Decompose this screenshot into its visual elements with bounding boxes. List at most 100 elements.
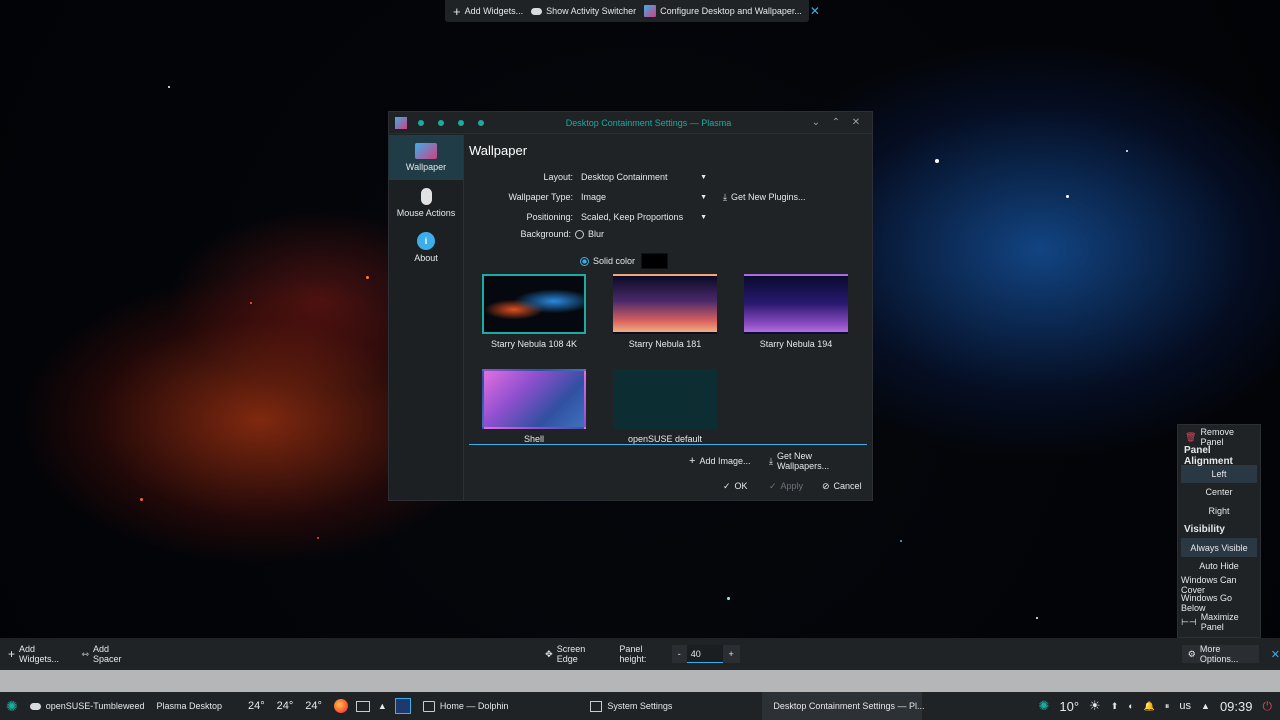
network-widget-icon[interactable]: ✺ xyxy=(1038,698,1049,714)
panel-height-label: Panel height: xyxy=(619,644,647,664)
wallpaper-type-select[interactable]: Image ▼ xyxy=(579,192,709,202)
activity-switcher-button[interactable]: Show Activity Switcher xyxy=(531,6,636,16)
positioning-select[interactable]: Scaled, Keep Proportions ▼ xyxy=(579,212,709,222)
cancel-label: Cancel xyxy=(833,481,862,491)
screen-edge-button[interactable]: ✥ Screen Edge xyxy=(539,644,607,664)
solid-color-label: Solid color xyxy=(593,256,636,266)
keyboard-layout[interactable]: us xyxy=(1179,700,1191,712)
plus-icon: + xyxy=(8,647,16,661)
spacer-icon: ⇿ xyxy=(81,648,89,659)
align-center-button[interactable]: Center xyxy=(1181,483,1257,502)
temperature-widget[interactable]: 24° 24° 24° xyxy=(242,692,328,720)
align-right-button[interactable]: Right xyxy=(1181,502,1257,521)
updates-icon[interactable]: ⬆ xyxy=(1111,701,1119,712)
wallpaper-thumb[interactable]: openSUSE default xyxy=(613,369,717,444)
task-desktop-settings[interactable]: Desktop Containment Settings — Pl... xyxy=(762,692,924,720)
panel-resize-ruler[interactable] xyxy=(0,670,1280,692)
task-dolphin[interactable]: Home — Dolphin xyxy=(417,692,515,720)
add-widgets-label: Add Widgets... xyxy=(19,644,60,664)
sidebar-item-about[interactable]: i About xyxy=(389,225,463,270)
windows-can-cover-button[interactable]: Windows Can Cover xyxy=(1181,575,1257,595)
blur-radio[interactable] xyxy=(575,229,584,239)
add-image-button[interactable]: + Add Image... xyxy=(683,452,756,470)
windows-go-below-button[interactable]: Windows Go Below xyxy=(1181,593,1257,613)
pause-icon[interactable]: ⏸ xyxy=(1165,701,1170,712)
trash-icon: 🗑 xyxy=(1185,431,1197,442)
layout-value: Desktop Containment xyxy=(581,172,668,182)
configure-desktop-label: Configure Desktop and Wallpaper... xyxy=(660,6,802,16)
always-visible-button[interactable]: Always Visible xyxy=(1181,538,1257,557)
activity-pager[interactable]: openSUSE-Tumbleweed xyxy=(24,692,151,720)
sun-icon[interactable]: ☀ xyxy=(1089,698,1101,714)
close-icon[interactable]: ✕ xyxy=(1271,648,1280,661)
scroll-divider xyxy=(469,444,867,445)
power-icon[interactable]: ⏻ xyxy=(1263,699,1273,714)
color-swatch-button[interactable] xyxy=(641,253,669,269)
sidebar-item-mouse-actions[interactable]: Mouse Actions xyxy=(389,180,463,225)
wallpaper-icon xyxy=(415,143,437,159)
wallpaper-thumb[interactable]: Shell xyxy=(482,369,586,444)
dialog-title: Desktop Containment Settings — Plasma xyxy=(565,117,732,128)
move-icon: ✥ xyxy=(545,648,553,659)
chevron-up-icon[interactable]: ▲ xyxy=(1201,701,1210,711)
firefox-icon[interactable] xyxy=(333,699,348,713)
task-label: System Settings xyxy=(607,701,673,711)
app-launcher-button[interactable]: ✺ xyxy=(0,692,24,720)
wallpaper-caption: Starry Nebula 181 xyxy=(628,339,702,349)
window-dot-icon[interactable] xyxy=(438,119,444,126)
dialog-titlebar[interactable]: Desktop Containment Settings — Plasma ⌄ … xyxy=(389,112,872,134)
add-spacer-label: Add Spacer xyxy=(92,644,122,664)
maximize-panel-button[interactable]: ⊢⊣ Maximize Panel xyxy=(1181,612,1257,633)
ok-button[interactable]: ✓ OK xyxy=(717,477,754,495)
dolphin-icon xyxy=(422,700,435,712)
height-input[interactable]: 40 xyxy=(686,645,723,663)
wallpaper-thumb[interactable]: Starry Nebula 181 xyxy=(613,274,717,349)
info-icon: i xyxy=(417,232,435,250)
close-icon[interactable]: ✕ xyxy=(810,4,820,18)
weather-temperature[interactable]: 10° xyxy=(1059,699,1079,714)
auto-hide-button[interactable]: Auto Hide xyxy=(1181,557,1257,576)
plus-icon: + xyxy=(689,455,696,467)
add-spacer-button[interactable]: ⇿ Add Spacer xyxy=(75,644,139,664)
close-icon[interactable]: ✕ xyxy=(846,117,866,128)
wallpaper-thumb[interactable]: Starry Nebula 194 xyxy=(744,274,848,349)
wallpaper-thumb[interactable]: Starry Nebula 108 4K xyxy=(482,274,586,349)
maximize-icon[interactable]: ⌃ xyxy=(826,117,846,128)
height-decrease-button[interactable]: - xyxy=(671,645,687,663)
add-widgets-button[interactable]: + Add Widgets... xyxy=(2,644,75,664)
folder-icon[interactable] xyxy=(355,700,370,712)
star xyxy=(250,302,252,304)
clock[interactable]: 09:39 xyxy=(1220,699,1253,714)
get-new-wallpapers-button[interactable]: ⤓ Get New Wallpapers... xyxy=(763,451,866,471)
window-dot-icon[interactable] xyxy=(458,119,464,126)
add-widgets-button[interactable]: + Add Widgets... xyxy=(453,4,523,19)
launcher-icon: ✺ xyxy=(6,697,18,714)
desktop-name[interactable]: Plasma Desktop xyxy=(150,692,228,720)
layout-label: Layout: xyxy=(543,172,573,182)
settings-icon: ⚙ xyxy=(1187,648,1196,659)
layout-select[interactable]: Desktop Containment ▼ xyxy=(579,172,709,182)
night-color-icon[interactable]: ◐ xyxy=(1128,701,1133,711)
configure-desktop-button[interactable]: Configure Desktop and Wallpaper... xyxy=(644,5,802,17)
apply-button[interactable]: ✓ Apply xyxy=(763,477,809,495)
app-icon xyxy=(395,116,407,129)
chevron-down-icon: ▼ xyxy=(700,173,707,181)
minimize-icon[interactable]: ⌄ xyxy=(806,117,826,128)
maximize-panel-label: Maximize Panel xyxy=(1200,612,1239,633)
window-dot-icon[interactable] xyxy=(418,119,424,126)
cancel-button[interactable]: ⊘ Cancel xyxy=(816,477,868,495)
wallpaper-preview xyxy=(613,369,717,429)
align-left-button[interactable]: Left xyxy=(1181,464,1257,484)
height-increase-button[interactable]: + xyxy=(722,645,740,663)
more-options-button[interactable]: ⚙ More Options... xyxy=(1181,644,1259,664)
notifications-icon[interactable]: 🔔 xyxy=(1144,701,1155,712)
desktop-preview-icon[interactable] xyxy=(394,698,411,714)
chevron-up-icon[interactable]: ▲ xyxy=(378,701,387,711)
add-widgets-label: Add Widgets... xyxy=(464,6,524,16)
sidebar-item-wallpaper[interactable]: Wallpaper xyxy=(389,135,463,180)
solid-color-radio[interactable] xyxy=(580,256,589,266)
window-dot-icon[interactable] xyxy=(478,119,484,126)
task-system-settings[interactable]: System Settings xyxy=(584,692,678,720)
dialog-sidebar: Wallpaper Mouse Actions i About xyxy=(389,135,464,500)
get-new-plugins-button[interactable]: ⤓ Get New Plugins... xyxy=(717,188,812,206)
